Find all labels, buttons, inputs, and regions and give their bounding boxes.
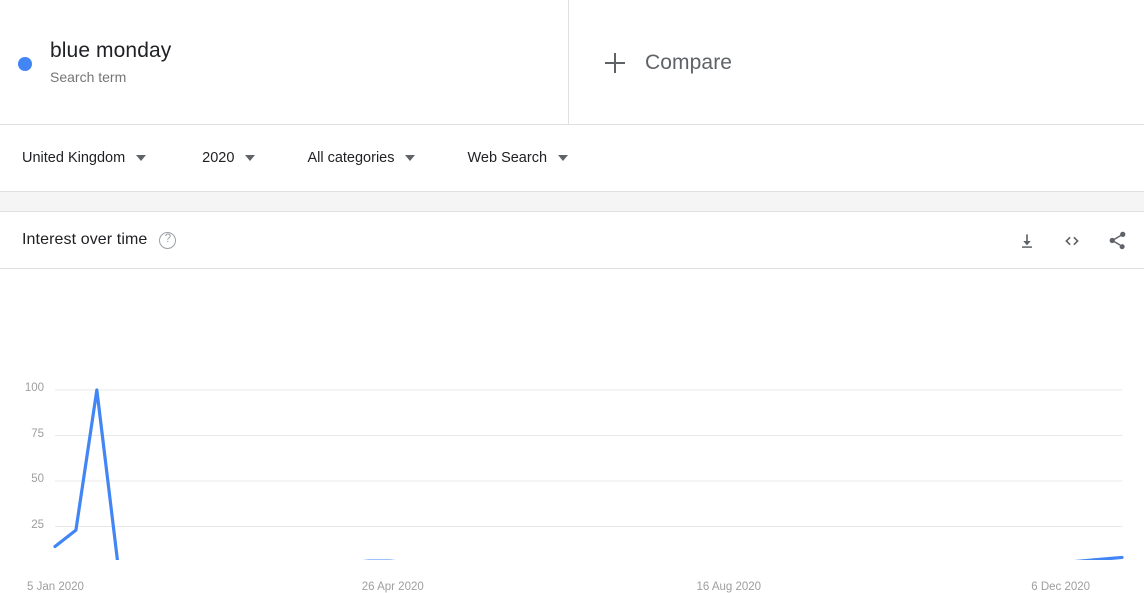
filter-location[interactable]: United Kingdom xyxy=(22,150,147,166)
y-axis-tick: 100 xyxy=(24,382,44,394)
filter-bar: United Kingdom 2020 All categories Web S… xyxy=(0,125,1144,192)
chevron-down-icon xyxy=(136,155,147,161)
section-divider xyxy=(0,192,1144,212)
plus-icon xyxy=(605,52,625,73)
card-actions xyxy=(1017,212,1128,269)
x-axis-tick: 26 Apr 2020 xyxy=(361,581,424,593)
help-icon[interactable]: ? xyxy=(159,231,177,249)
add-comparison-button[interactable]: Compare xyxy=(569,0,1144,125)
card-header: Interest over time ? xyxy=(0,212,1144,269)
y-axis-tick: 75 xyxy=(31,427,44,440)
interest-over-time-chart[interactable]: 25 50 75 100 5 Jan 2020 26 Apr 2020 16 Aug 20… xyxy=(0,269,1144,593)
chevron-down-icon xyxy=(245,155,256,161)
y-axis-tick: 50 xyxy=(31,473,44,485)
filter-category-label: All categories xyxy=(307,150,395,166)
download-icon[interactable] xyxy=(1017,231,1037,251)
filter-search-type[interactable]: Web Search xyxy=(467,150,569,166)
x-axis-tick: 5 Jan 2020 xyxy=(27,581,84,593)
chart-canvas xyxy=(53,388,1124,560)
filter-location-label: United Kingdom xyxy=(22,150,126,166)
filter-time-range[interactable]: 2020 xyxy=(202,150,256,166)
filter-time-range-label: 2020 xyxy=(202,150,235,166)
filter-search-type-label: Web Search xyxy=(467,150,548,166)
interest-over-time-card: Interest over time ? 25 50 75 100 5 Jan 202… xyxy=(0,212,1144,593)
search-term-bar: blue monday Search term Compare xyxy=(0,0,1144,125)
compare-label: Compare xyxy=(645,50,733,74)
filter-category[interactable]: All categories xyxy=(307,150,416,166)
embed-icon[interactable] xyxy=(1061,230,1083,252)
x-axis-tick: 16 Aug 2020 xyxy=(696,581,762,593)
share-icon[interactable] xyxy=(1107,230,1128,251)
x-axis-tick: 6 Dec 2020 xyxy=(1031,581,1091,593)
search-term-title: blue monday xyxy=(50,39,172,62)
search-term-subtitle: Search term xyxy=(50,69,127,85)
series-color-dot xyxy=(18,56,32,71)
chevron-down-icon xyxy=(405,155,416,161)
y-axis-tick: 25 xyxy=(31,518,44,531)
chevron-down-icon xyxy=(558,155,569,161)
page-title: Interest over time xyxy=(22,231,148,248)
search-term-card[interactable]: blue monday Search term xyxy=(0,0,569,125)
